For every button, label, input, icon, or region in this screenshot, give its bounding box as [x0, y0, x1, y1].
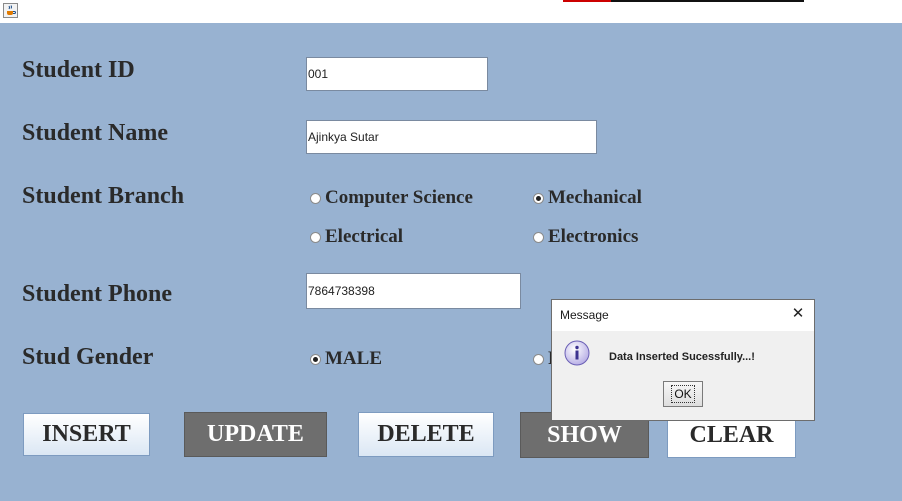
message-dialog: Message ✕ Data Inserted Sucessfully...! …: [551, 299, 815, 421]
student-name-field[interactable]: [306, 120, 597, 154]
title-dark-strip: [611, 0, 804, 2]
java-cup-icon: [3, 3, 18, 18]
student-id-label: Student ID: [22, 57, 135, 83]
gender-label: Stud Gender: [22, 344, 154, 370]
form-panel: Student ID Student Name Student Branch C…: [0, 23, 902, 501]
branch-radio-electrical[interactable]: Electrical: [310, 226, 403, 248]
student-phone-field[interactable]: [306, 273, 521, 309]
branch-label: Computer Science: [325, 187, 473, 208]
ok-button[interactable]: OK: [663, 381, 703, 407]
window-titlebar: [0, 0, 902, 23]
branch-label: Electronics: [548, 226, 639, 247]
branch-label: Mechanical: [548, 187, 642, 208]
radio-circle-icon: [310, 192, 321, 204]
radio-checked-icon: [310, 353, 321, 365]
insert-button[interactable]: INSERT: [23, 413, 150, 456]
radio-circle-icon: [533, 353, 544, 365]
close-icon[interactable]: ✕: [790, 305, 806, 321]
radio-circle-icon: [533, 231, 544, 243]
branch-radio-electronics[interactable]: Electronics: [533, 226, 638, 248]
radio-checked-icon: [533, 192, 544, 204]
student-name-label: Student Name: [22, 120, 169, 146]
delete-button[interactable]: DELETE: [358, 412, 494, 457]
update-button[interactable]: UPDATE: [184, 412, 327, 457]
information-icon: [564, 340, 590, 366]
dialog-message: Data Inserted Sucessfully...!: [609, 351, 755, 363]
branch-label: Electrical: [325, 226, 404, 247]
title-accent-strip: [563, 0, 611, 2]
branch-radio-computer-science[interactable]: Computer Science: [310, 187, 473, 209]
student-branch-label: Student Branch: [22, 183, 185, 209]
dialog-title: Message: [560, 308, 609, 322]
gender-label-text: MALE: [325, 348, 382, 369]
student-id-field[interactable]: [306, 57, 488, 91]
dialog-body: Data Inserted Sucessfully...! OK: [552, 331, 814, 420]
branch-radio-mechanical[interactable]: Mechanical: [533, 187, 642, 209]
radio-circle-icon: [310, 231, 321, 243]
gender-radio-male[interactable]: MALE: [310, 348, 382, 370]
ok-button-label: OK: [671, 385, 695, 403]
student-phone-label: Student Phone: [22, 281, 173, 307]
